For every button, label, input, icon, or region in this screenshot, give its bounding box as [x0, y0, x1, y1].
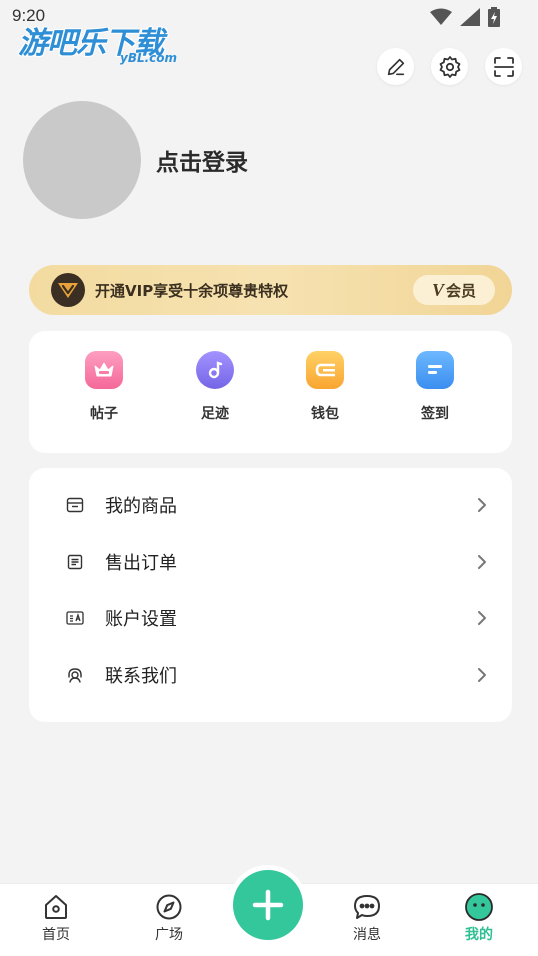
checkin-icon — [416, 351, 454, 389]
menu-item-sold-orders[interactable]: 售出订单 — [29, 534, 512, 590]
vip-badge-v: V — [431, 279, 444, 300]
create-post-button[interactable] — [233, 870, 303, 940]
status-icons — [430, 7, 500, 31]
chevron-right-icon — [476, 666, 488, 684]
shortcut-label: 足迹 — [201, 406, 229, 422]
shortcut-footprints[interactable]: 足迹 — [175, 351, 255, 423]
order-icon — [65, 552, 85, 572]
shortcuts-card: 帖子 足迹 钱包 签到 — [29, 331, 512, 453]
login-prompt[interactable]: 点击登录 — [156, 143, 248, 177]
profile-face-icon — [464, 892, 494, 922]
wifi-icon — [430, 8, 452, 30]
menu-label: 联系我们 — [105, 666, 177, 687]
nav-messages[interactable]: 消息 — [337, 892, 397, 944]
menu-label: 我的商品 — [105, 496, 177, 517]
vip-badge-label: 会员 — [446, 281, 477, 300]
compass-icon — [154, 892, 184, 922]
chevron-right-icon — [476, 553, 488, 571]
nav-mine[interactable]: 我的 — [449, 892, 509, 944]
vip-badge[interactable]: V 会员 — [413, 275, 495, 305]
menu-item-my-products[interactable]: 我的商品 — [29, 477, 512, 533]
nav-label: 我的 — [465, 927, 493, 943]
nav-label: 广场 — [155, 927, 183, 943]
battery-icon — [488, 7, 500, 31]
top-actions — [377, 48, 522, 85]
home-icon — [41, 892, 71, 922]
account-card-icon — [65, 608, 85, 628]
shortcut-checkin[interactable]: 签到 — [395, 351, 475, 423]
edit-button[interactable] — [377, 48, 414, 85]
nav-home[interactable]: 首页 — [26, 892, 86, 944]
support-icon — [65, 665, 85, 685]
scan-button[interactable] — [485, 48, 522, 85]
menu-label: 账户设置 — [105, 609, 177, 630]
signal-icon — [460, 8, 480, 30]
menu-label: 售出订单 — [105, 553, 177, 574]
menu-item-account-settings[interactable]: 账户设置 — [29, 590, 512, 646]
edit-icon — [387, 58, 404, 75]
chevron-right-icon — [476, 496, 488, 514]
crown-icon — [85, 351, 123, 389]
nav-label: 首页 — [42, 927, 70, 943]
menu-card: 我的商品 售出订单 账户设置 联系我们 — [29, 468, 512, 722]
message-icon — [352, 892, 382, 922]
scan-icon — [493, 56, 514, 77]
profile-header[interactable]: 点击登录 — [23, 101, 248, 219]
shortcut-posts[interactable]: 帖子 — [64, 351, 144, 423]
store-icon — [65, 495, 85, 515]
menu-item-contact-us[interactable]: 联系我们 — [29, 647, 512, 703]
watermark-sub: yBL.com — [120, 51, 178, 65]
plus-icon — [252, 889, 284, 921]
fab-container — [228, 865, 308, 945]
music-note-icon — [196, 351, 234, 389]
nav-label: 消息 — [353, 927, 381, 943]
nav-square[interactable]: 广场 — [139, 892, 199, 944]
shortcut-label: 帖子 — [90, 406, 118, 422]
vip-logo-icon — [51, 273, 85, 307]
gear-icon — [439, 55, 460, 78]
vip-text: 开通VIP享受十余项尊贵特权 — [95, 281, 289, 300]
chevron-right-icon — [476, 609, 488, 627]
shortcut-label: 签到 — [421, 406, 449, 422]
avatar[interactable] — [23, 101, 141, 219]
watermark-logo: 游吧乐下载 yBL.com — [18, 18, 188, 68]
shortcut-label: 钱包 — [311, 406, 339, 422]
settings-button[interactable] — [431, 48, 468, 85]
vip-banner[interactable]: 开通VIP享受十余项尊贵特权 V 会员 — [29, 265, 512, 315]
shortcut-wallet[interactable]: 钱包 — [285, 351, 365, 423]
wallet-icon — [306, 351, 344, 389]
